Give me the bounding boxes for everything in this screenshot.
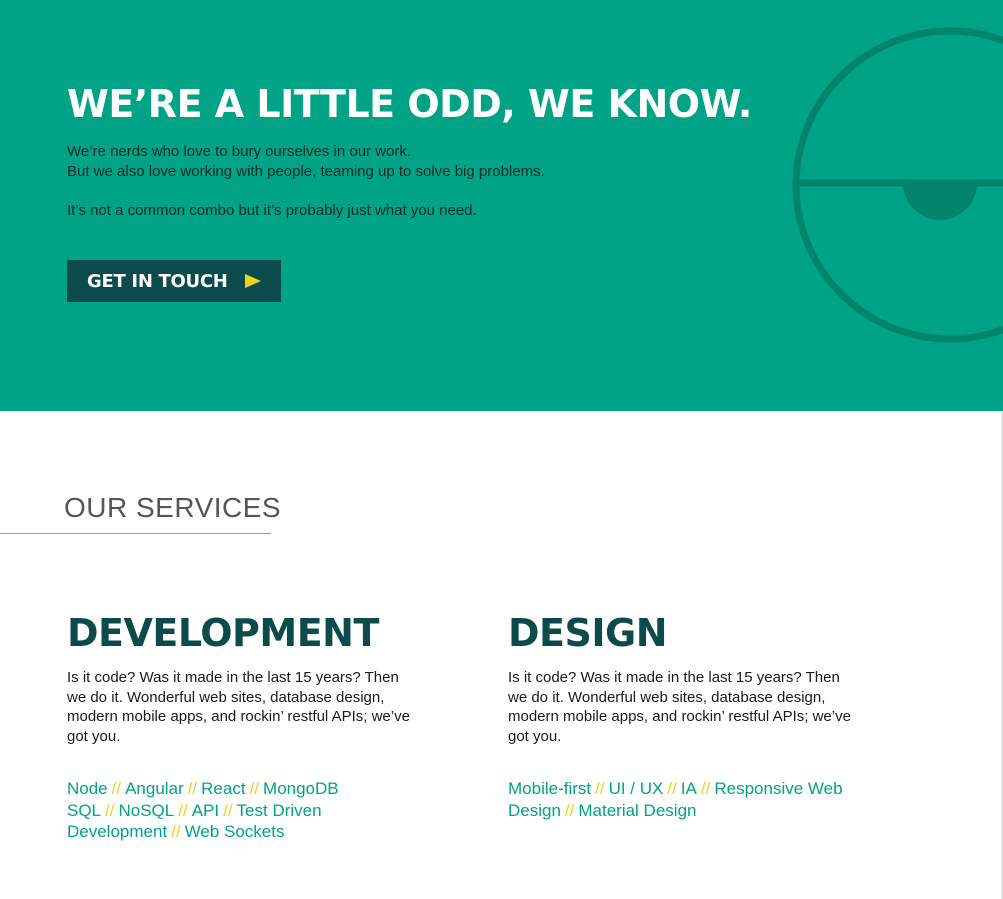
tag: IA	[680, 779, 697, 798]
hero-text-line-2: But we also love working with people, te…	[67, 163, 545, 180]
development-column: DEVELOPMENT Is it code? Was it made in t…	[67, 611, 447, 843]
development-tags: Node//Angular//React//MongoDB SQL//NoSQL…	[67, 778, 447, 843]
tag: NoSQL	[118, 800, 175, 820]
design-column: DESIGN Is it code? Was it made in the la…	[508, 611, 888, 821]
tag-separator: //	[700, 779, 711, 798]
tag-separator: //	[564, 800, 575, 820]
get-in-touch-label: GET IN TOUCH	[87, 270, 228, 292]
tag: API	[191, 800, 220, 820]
tag-separator: //	[187, 779, 198, 798]
design-title: DESIGN	[508, 611, 668, 655]
tag-separator: //	[171, 822, 181, 842]
hero-text-line-3: It’s not a common combo but it’s probabl…	[67, 202, 477, 219]
development-description: Is it code? Was it made in the last 15 y…	[67, 669, 410, 745]
design-tags: Mobile-first//UI / UX//IA//Responsive We…	[508, 778, 888, 821]
services-heading: OUR SERVICES	[64, 492, 282, 523]
play-arrow-icon	[244, 274, 261, 288]
tag-separator: //	[105, 800, 115, 820]
tag: UI / UX	[608, 779, 664, 798]
tag-separator: //	[667, 779, 677, 798]
design-description: Is it code? Was it made in the last 15 y…	[508, 669, 851, 745]
hero-text-line-1: We’re nerds who love to bury ourselves i…	[67, 143, 412, 160]
circle-emblem-icon	[792, 27, 1003, 343]
services-divider	[0, 533, 271, 534]
get-in-touch-button[interactable]: GET IN TOUCH	[67, 260, 281, 302]
tag-separator: //	[178, 800, 188, 820]
development-title: DEVELOPMENT	[67, 611, 379, 655]
tag: Mobile-first	[508, 779, 592, 798]
hero-section: WE’RE A LITTLE ODD, WE KNOW. We’re nerds…	[0, 0, 1003, 411]
tag: React	[201, 779, 246, 798]
tag-separator: //	[223, 800, 233, 820]
tag: Material Design	[578, 800, 697, 820]
tag-separator: //	[595, 779, 605, 798]
tag: Angular	[125, 779, 184, 798]
tag: Web Sockets	[184, 822, 285, 842]
tag-separator: //	[249, 779, 260, 798]
hero-title: WE’RE A LITTLE ODD, WE KNOW.	[67, 82, 752, 126]
tag: Node	[67, 779, 108, 798]
tag-separator: //	[111, 779, 122, 798]
